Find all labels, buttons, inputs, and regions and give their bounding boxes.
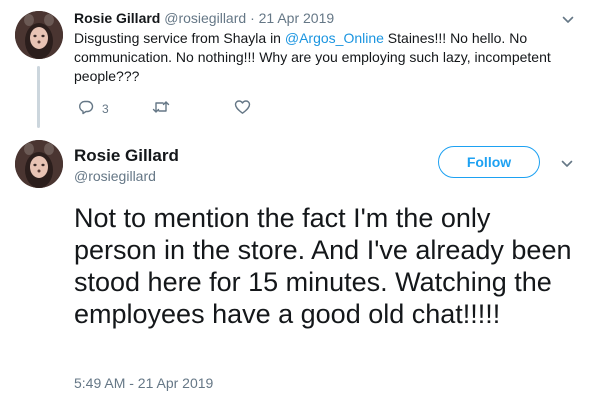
thread-line <box>37 66 40 128</box>
tweet-text: Disgusting service from Shayla in @Argos… <box>74 29 564 86</box>
author-name[interactable]: Rosie Gillard <box>74 146 179 166</box>
tweet-text-part: Disgusting service from Shayla in <box>74 30 285 46</box>
reply-count: 3 <box>102 102 109 116</box>
tweet-text: Not to mention the fact I'm the only per… <box>74 203 572 329</box>
retweet-button[interactable] <box>152 100 170 118</box>
author-name[interactable]: Rosie Gillard <box>74 10 160 26</box>
follow-button[interactable]: Follow <box>438 146 540 178</box>
author-handle[interactable]: @rosiegillard <box>74 168 156 184</box>
chevron-down-icon[interactable] <box>562 13 574 25</box>
author-handle[interactable]: @rosiegillard <box>164 10 246 26</box>
retweet-icon <box>152 99 170 120</box>
like-button[interactable] <box>234 99 251 120</box>
tweet-timestamp[interactable]: 5:49 AM - 21 Apr 2019 <box>74 375 213 391</box>
avatar[interactable] <box>15 140 63 188</box>
tweet-date[interactable]: 21 Apr 2019 <box>259 10 335 26</box>
reply-icon <box>78 99 94 120</box>
reply-button[interactable]: 3 <box>78 100 109 118</box>
tweet-header: Rosie Gillard @rosiegillard · 21 Apr 201… <box>74 10 334 26</box>
avatar[interactable] <box>15 11 63 59</box>
mention-link[interactable]: @Argos_Online <box>285 30 384 46</box>
like-icon <box>234 99 251 120</box>
chevron-down-icon[interactable] <box>561 157 573 169</box>
separator-dot: · <box>250 10 255 26</box>
